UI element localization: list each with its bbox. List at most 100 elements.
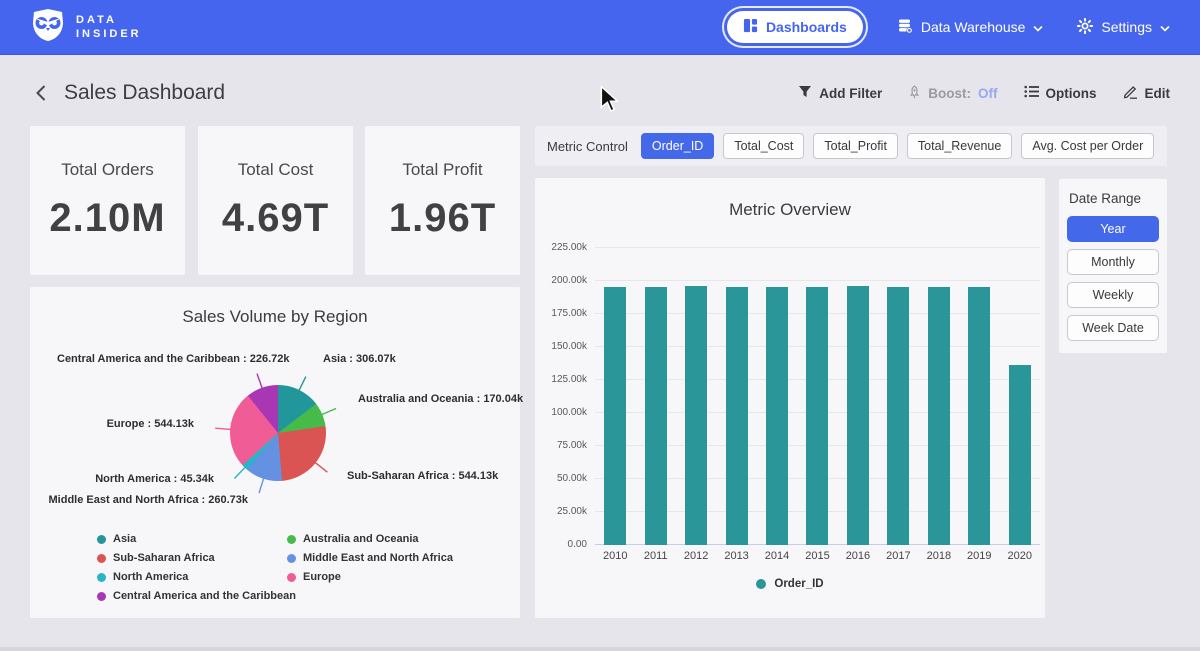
pie-legend-item[interactable]: North America: [97, 571, 296, 583]
legend-label: Order_ID: [774, 578, 823, 590]
add-filter-button[interactable]: Add Filter: [798, 85, 882, 101]
kpi-card-total-profit: Total Profit 1.96T: [365, 126, 520, 275]
pie-label-6: Central America and the Caribbean : 226.…: [57, 353, 290, 365]
y-tick-label: 25.00k: [537, 506, 587, 517]
bar-2015[interactable]: [806, 287, 828, 545]
x-tick-label: 2018: [922, 550, 956, 562]
legend-dot: [287, 573, 296, 582]
pie-chart[interactable]: [230, 385, 326, 481]
metric-button-total-profit[interactable]: Total_Profit: [813, 133, 898, 159]
kpi-card-total-cost: Total Cost 4.69T: [198, 126, 353, 275]
legend-label: Europe: [303, 571, 341, 583]
x-tick-label: 2014: [760, 550, 794, 562]
options-button[interactable]: Options: [1024, 85, 1097, 101]
legend-label: Central America and the Caribbean: [113, 590, 296, 602]
x-tick-label: 2011: [639, 550, 673, 562]
legend-dot: [97, 554, 106, 563]
pie-label-2: Sub-Saharan Africa : 544.13k: [347, 470, 498, 482]
kpi-label: Total Orders: [61, 160, 154, 180]
metric-button-total-cost[interactable]: Total_Cost: [723, 133, 804, 159]
bar-chart-plot-area: 0.0025.00k50.00k75.00k100.00k125.00k150.…: [595, 248, 1040, 545]
kpi-label: Total Cost: [238, 160, 314, 180]
date-range-weekly[interactable]: Weekly: [1067, 282, 1159, 308]
bar-2012[interactable]: [685, 286, 707, 545]
y-tick-label: 200.00k: [537, 275, 587, 286]
back-button[interactable]: [30, 82, 52, 104]
pie-legend-item[interactable]: Sub-Saharan Africa: [97, 552, 296, 564]
y-tick-label: 50.00k: [537, 473, 587, 484]
y-tick-label: 225.00k: [537, 242, 587, 253]
dashboards-grid-icon: [743, 18, 758, 36]
legend-label: Australia and Oceania: [303, 533, 419, 545]
bar-2019[interactable]: [968, 287, 990, 545]
dashboards-button[interactable]: Dashboards: [727, 11, 863, 43]
pie-label-4: North America : 45.34k: [95, 473, 214, 485]
metric-button-total-revenue[interactable]: Total_Revenue: [907, 133, 1012, 159]
metric-button-avg-cost-per-order[interactable]: Avg. Cost per Order: [1021, 133, 1154, 159]
pie-label-5: Europe : 544.13k: [107, 418, 194, 430]
date-range-week-date[interactable]: Week Date: [1067, 315, 1159, 341]
legend-label: Asia: [113, 533, 136, 545]
y-tick-label: 175.00k: [537, 308, 587, 319]
nav-item-data-warehouse[interactable]: Data Warehouse: [897, 18, 1044, 37]
pie-legend-item[interactable]: Middle East and North Africa: [287, 552, 453, 564]
edit-button[interactable]: Edit: [1123, 84, 1171, 102]
owl-logo-icon: [30, 8, 66, 47]
bar-2017[interactable]: [887, 287, 909, 545]
list-icon: [1024, 85, 1039, 101]
x-tick-label: 2013: [720, 550, 754, 562]
y-tick-label: 125.00k: [537, 374, 587, 385]
bar-2014[interactable]: [766, 287, 788, 545]
date-range-buttons: Year Monthly Weekly Week Date: [1067, 216, 1159, 341]
x-tick-label: 2015: [800, 550, 834, 562]
boost-state: Off: [978, 86, 998, 101]
pie-label-0: Asia : 306.07k: [323, 353, 396, 365]
nav-item-settings[interactable]: Settings: [1077, 18, 1170, 37]
bar-2020[interactable]: [1009, 365, 1031, 545]
pie-legend-item[interactable]: Europe: [287, 571, 453, 583]
pencil-icon: [1123, 84, 1138, 102]
bar-2018[interactable]: [928, 287, 950, 545]
legend-label: Sub-Saharan Africa: [113, 552, 215, 564]
boost-toggle[interactable]: Boost: Off: [908, 85, 997, 102]
sales-volume-chart-card: Sales Volume by Region Asia : 306.07k Aus…: [30, 287, 520, 618]
pie-label-1: Australia and Oceania : 170.04k: [358, 393, 523, 405]
x-tick-label: 2010: [598, 550, 632, 562]
legend-dot: [97, 535, 106, 544]
pie-legend-item[interactable]: Asia: [97, 533, 296, 545]
pie-legend-column-1: Asia Sub-Saharan Africa North America Centr…: [97, 533, 296, 602]
bar-chart-x-axis: 2010201120122013201420152016201720182019…: [595, 550, 1040, 562]
bar-2011[interactable]: [645, 287, 667, 545]
header-actions: Add Filter Boost: Off: [798, 84, 1170, 102]
date-range-monthly[interactable]: Monthly: [1067, 249, 1159, 275]
page-header: Sales Dashboard Add Filter Boost: Off: [0, 70, 1200, 116]
metric-button-order-id[interactable]: Order_ID: [641, 133, 714, 159]
navbar-right: Dashboards Data Warehouse: [727, 11, 1170, 43]
bar-2010[interactable]: [604, 287, 626, 545]
bar-chart-legend[interactable]: Order_ID: [535, 578, 1045, 590]
top-navbar: DATA INSIDER Dashboards: [0, 0, 1200, 55]
kpi-card-total-orders: Total Orders 2.10M: [30, 126, 185, 275]
database-icon: [897, 18, 913, 37]
kpi-label: Total Profit: [402, 160, 482, 180]
metric-control-buttons: Order_ID Total_Cost Total_Profit Total_Reve…: [641, 133, 1154, 159]
kpi-value: 4.69T: [222, 196, 329, 241]
legend-label: North America: [113, 571, 188, 583]
pie-chart-title: Sales Volume by Region: [30, 287, 520, 327]
legend-dot: [287, 554, 296, 563]
bar-2016[interactable]: [847, 286, 869, 545]
bottom-edge: [0, 647, 1200, 651]
pie-legend-item[interactable]: Central America and the Caribbean: [97, 590, 296, 602]
chevron-down-icon: [1033, 19, 1043, 35]
legend-dot: [97, 592, 106, 601]
x-tick-label: 2012: [679, 550, 713, 562]
bar-2013[interactable]: [726, 287, 748, 545]
metric-overview-chart-card: Metric Overview 0.0025.00k50.00k75.00k10…: [535, 178, 1045, 618]
gear-icon: [1077, 18, 1093, 37]
bar-chart-title: Metric Overview: [535, 178, 1045, 220]
pie-legend-item[interactable]: Australia and Oceania: [287, 533, 453, 545]
date-range-year[interactable]: Year: [1067, 216, 1159, 242]
y-tick-label: 100.00k: [537, 407, 587, 418]
app-logo[interactable]: DATA INSIDER: [30, 8, 142, 47]
legend-dot: [287, 535, 296, 544]
